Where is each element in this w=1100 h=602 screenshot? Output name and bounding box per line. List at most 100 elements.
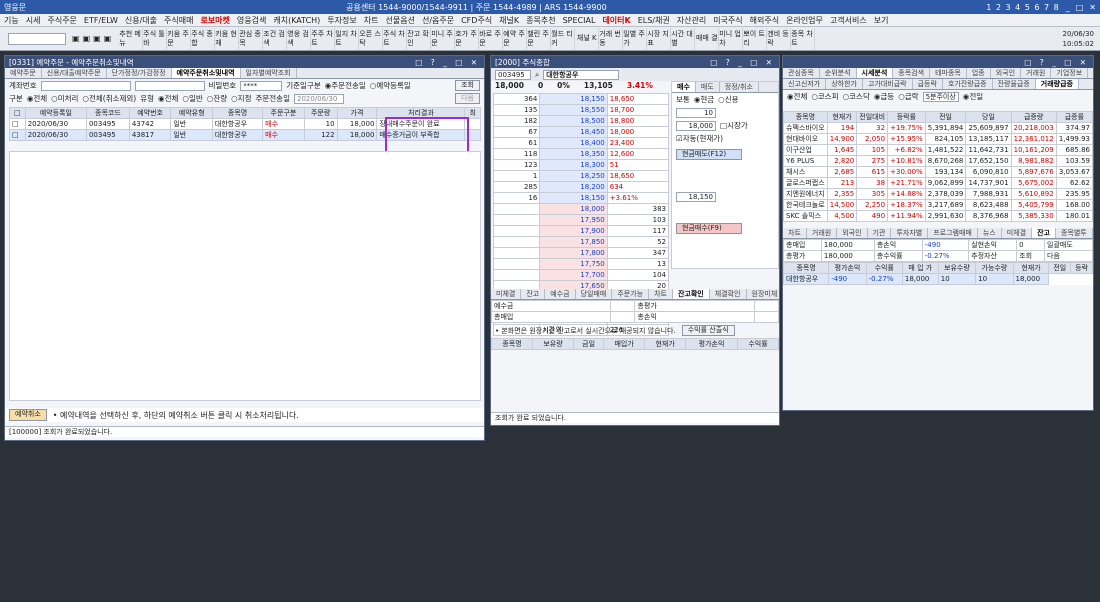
menu-item[interactable]: 채널K	[499, 15, 519, 26]
row-checkbox[interactable]: □	[9, 118, 26, 130]
radio-up[interactable]: ◉급등	[874, 91, 894, 102]
orderbook-row[interactable]: 67 18,450 18,000	[492, 126, 670, 138]
tab[interactable]: 일자별예약조회	[241, 68, 297, 78]
tab[interactable]: 매도	[696, 82, 720, 92]
orderbook-row[interactable]: 123 18,300 51	[492, 159, 670, 171]
next-button[interactable]: 다음	[455, 93, 480, 104]
tab[interactable]: 신용/대출예약주문	[42, 68, 107, 78]
radio-all[interactable]: ◉전체	[27, 93, 47, 104]
toolbar-button[interactable]: 일별 주가	[623, 27, 648, 50]
toolbar-button[interactable]: 미니 업차	[719, 27, 744, 50]
toolbar-button[interactable]: 일지 차트	[335, 27, 360, 50]
window-controls[interactable]: □ ? _ □ ✕	[415, 58, 484, 67]
radio-kospi[interactable]: ○코스피	[811, 91, 838, 102]
screen-numbers[interactable]: 1 2 3 4 5 6 7 8	[986, 3, 1060, 12]
toolbar-button[interactable]: 관심 종목	[239, 27, 264, 50]
tab[interactable]: 미체결	[1002, 228, 1033, 238]
next-button[interactable]: 다음	[1044, 250, 1093, 262]
price2-input[interactable]: 18,150	[676, 191, 716, 202]
orderbook-row[interactable]: 17,750 13	[492, 258, 670, 270]
toolbar-button[interactable]: 미니 주문	[431, 27, 456, 50]
tab[interactable]: 관심종목	[783, 68, 820, 78]
toolbar-button[interactable]: 키움 주문	[167, 27, 192, 50]
tab[interactable]: 테마종목	[930, 68, 967, 78]
tab[interactable]: 당일매매	[576, 289, 613, 299]
toolbar-button[interactable]: 매매 결	[695, 27, 720, 50]
tab[interactable]: 외국인	[991, 68, 1022, 78]
period-select[interactable]: 5분주이상	[922, 91, 959, 102]
cancel-reservation-button[interactable]: 예약취소	[9, 409, 47, 421]
price-input[interactable]: 18,000	[676, 120, 716, 131]
tab[interactable]: 잔고	[1032, 228, 1056, 238]
menu-item[interactable]: 투자정보	[327, 15, 356, 26]
tab[interactable]: 잔고확인	[672, 289, 710, 299]
flag-icon[interactable]: ▣	[93, 34, 101, 43]
search-button[interactable]: 조회	[455, 80, 480, 91]
radio-exclude-cancel[interactable]: ○전체(취소제외)	[82, 93, 136, 104]
tab[interactable]: 순위분석	[820, 68, 857, 78]
tab[interactable]: 시세분석	[856, 68, 894, 78]
menu-item[interactable]: 온라인업무	[786, 15, 823, 26]
orderbook-row[interactable]: 1 18,250 18,650	[492, 170, 670, 182]
tab[interactable]: 잔고	[521, 289, 546, 299]
toolbar-button[interactable]: 주식 종합	[191, 27, 216, 50]
ask-price[interactable]: 18,500	[539, 115, 608, 127]
tab[interactable]: 거래원	[1021, 68, 1052, 78]
toolbar-button[interactable]: 주주 차트	[311, 27, 336, 50]
select-all-checkbox[interactable]: □	[9, 107, 26, 119]
table-row[interactable]: 채시스 2,685 615 +30.00% 193,134 6,090,810 5,897,…	[783, 166, 1094, 178]
menu-item[interactable]: 선/옵주문	[422, 15, 454, 26]
bid-price[interactable]: 18,000	[539, 203, 608, 215]
radio-prev[interactable]: ◉전일	[963, 91, 983, 102]
toolbar-button[interactable]: 뽀이 트리	[743, 27, 768, 50]
menu-item[interactable]: 종목추천	[526, 15, 555, 26]
orderbook-row[interactable]: 16 18,150 +3.61%	[492, 192, 670, 204]
toolbar-button[interactable]: 오픈 스탁	[359, 27, 384, 50]
account-input[interactable]	[40, 80, 131, 91]
tab[interactable]: 급등락	[913, 79, 943, 89]
auto-check[interactable]: ☑자동(현재가)	[676, 133, 723, 144]
tab[interactable]: 프로그램매매	[928, 228, 978, 238]
cash-sell-button[interactable]: 현금매도(F12)	[676, 149, 742, 160]
search-icon[interactable]: ⌕	[535, 70, 539, 80]
tab[interactable]: 주문가능	[612, 289, 650, 299]
tab[interactable]: 신고신저가	[783, 79, 827, 89]
orderbook-row[interactable]: 17,800 347	[492, 247, 670, 259]
menu-item[interactable]: 주식매매	[164, 15, 193, 26]
toolbar-button[interactable]: 채널 K	[575, 27, 600, 50]
toolbar-button[interactable]: 챌린 주문	[527, 27, 552, 50]
orderbook-row[interactable]: 285 18,200 634	[492, 181, 670, 193]
folder-icon[interactable]: ▣	[72, 34, 80, 43]
radio-unprocessed[interactable]: ○미처리	[51, 93, 78, 104]
tab[interactable]: 차트	[783, 228, 807, 238]
bid-price[interactable]: 17,700	[539, 269, 608, 281]
orderbook-row[interactable]: 364 18,150 18,650	[492, 93, 670, 105]
tab[interactable]: 예약주문	[5, 68, 42, 78]
sell-all-button[interactable]: 일괄매도	[1044, 239, 1093, 251]
menu-item[interactable]: 신용/대출	[125, 15, 157, 26]
radio-sent[interactable]: ◉주문전송일	[325, 80, 366, 91]
tab[interactable]: 단가정정/가감정정	[107, 68, 172, 78]
screen-search-input[interactable]	[8, 32, 66, 45]
order-kind[interactable]: 보통	[676, 94, 690, 105]
window-controls[interactable]: □ ? _ □ ✕	[710, 58, 779, 67]
toolbar-button[interactable]: 거래 번동	[599, 27, 624, 50]
tab[interactable]: 예약주문취소및내역	[171, 68, 241, 78]
calc-button[interactable]: 수익률 산출식	[681, 325, 735, 336]
toolbar-button[interactable]: 주식 툴바	[143, 27, 168, 50]
bid-price[interactable]: 17,850	[539, 236, 608, 248]
radio-all[interactable]: ◉전체	[787, 91, 807, 102]
tab[interactable]: 종목별투	[1056, 228, 1093, 238]
menu-item[interactable]: 미국주식	[713, 15, 742, 26]
radio-kosdaq[interactable]: ○코스닥	[843, 91, 870, 102]
tab[interactable]: 거래량급증	[1035, 79, 1079, 89]
tab[interactable]: 상하한가	[826, 79, 863, 89]
table-row[interactable]: 글로스퍼랩스 213 38 +21.71% 9,062,899 14,737,901 5,6…	[783, 177, 1094, 189]
menu-item[interactable]: 보기	[874, 15, 889, 26]
tab[interactable]: 잔량율급증	[993, 79, 1036, 89]
menu-item[interactable]: SPECIAL	[563, 16, 596, 25]
tab[interactable]: 예수금	[545, 289, 576, 299]
toolbar-button[interactable]: 호가 주문	[455, 27, 480, 50]
radio-reserved[interactable]: ○예약등록일	[370, 80, 411, 91]
table-row[interactable]: 한국테크놀로 14,500 2,250 +18.37% 3,217,689 8,623,4…	[783, 199, 1094, 211]
